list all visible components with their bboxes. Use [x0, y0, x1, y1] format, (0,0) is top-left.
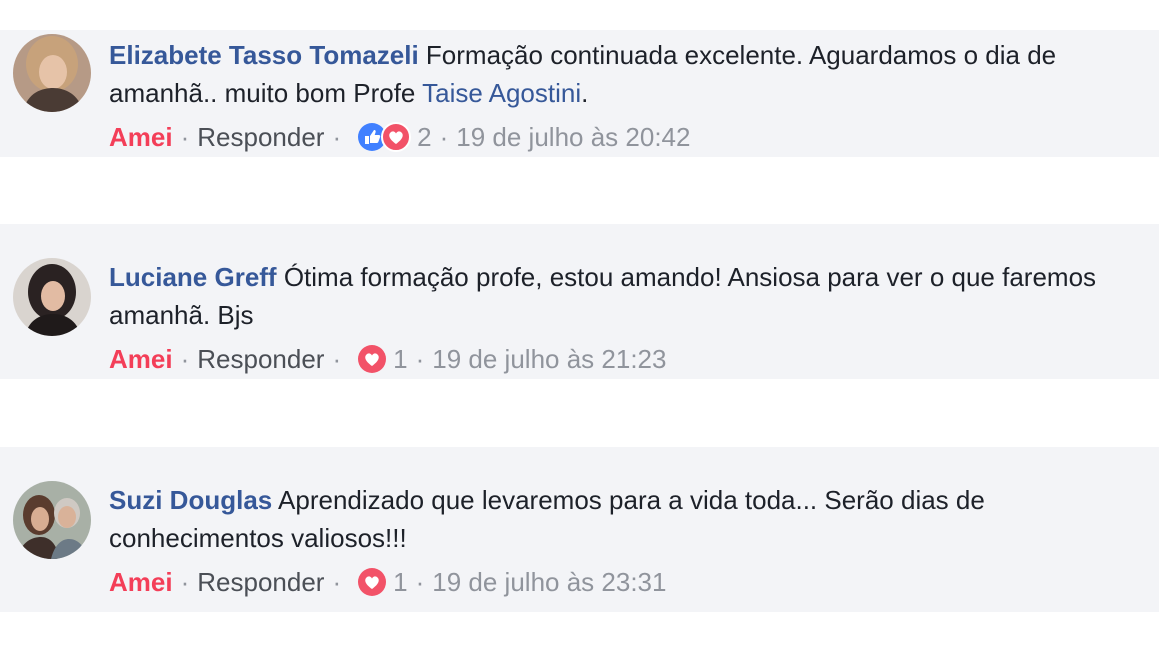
- timestamp[interactable]: 19 de julho às 23:31: [432, 565, 666, 599]
- comment-actions: Amei · Responder · 1 · 19 de julho às 21…: [109, 342, 666, 376]
- avatar[interactable]: [13, 258, 91, 336]
- love-icon: [381, 122, 412, 152]
- reaction-count: 1: [393, 344, 408, 374]
- love-icon: [358, 345, 387, 373]
- reply-button[interactable]: Responder: [197, 120, 324, 154]
- reply-button[interactable]: Responder: [197, 342, 324, 376]
- separator: ·: [415, 344, 425, 374]
- reaction-count: 1: [393, 567, 408, 597]
- mention-link[interactable]: Taise Agostini: [422, 78, 581, 108]
- comment-text-end: .: [581, 78, 589, 108]
- reply-button[interactable]: Responder: [197, 565, 324, 599]
- comment: Elizabete Tasso Tomazeli Formação contin…: [0, 30, 1159, 157]
- amei-button[interactable]: Amei: [109, 120, 173, 154]
- timestamp[interactable]: 19 de julho às 21:23: [432, 342, 666, 376]
- separator: ·: [180, 344, 190, 374]
- separator: ·: [332, 567, 342, 597]
- author-name[interactable]: Suzi Douglas: [109, 485, 272, 515]
- avatar[interactable]: [13, 481, 91, 559]
- reactions[interactable]: 1: [357, 565, 408, 599]
- amei-button[interactable]: Amei: [109, 565, 173, 599]
- love-icon: [358, 568, 387, 596]
- author-name[interactable]: Elizabete Tasso Tomazeli: [109, 40, 419, 70]
- separator: ·: [180, 122, 190, 152]
- reaction-count: 2: [417, 122, 432, 152]
- comment: Suzi Douglas Aprendizado que levaremos p…: [0, 447, 1159, 612]
- comment-body: Luciane Greff Ótima formação profe, esto…: [109, 258, 1139, 334]
- separator: ·: [180, 567, 190, 597]
- separator: ·: [439, 122, 449, 152]
- comment: Luciane Greff Ótima formação profe, esto…: [0, 224, 1159, 379]
- separator: ·: [332, 122, 342, 152]
- comment-body: Elizabete Tasso Tomazeli Formação contin…: [109, 36, 1139, 112]
- separator: ·: [415, 567, 425, 597]
- reactions[interactable]: 2: [357, 120, 432, 154]
- comment-actions: Amei · Responder · 2 · 19 de julho às 20…: [109, 120, 690, 154]
- amei-button[interactable]: Amei: [109, 342, 173, 376]
- timestamp[interactable]: 19 de julho às 20:42: [456, 120, 690, 154]
- avatar[interactable]: [13, 34, 91, 112]
- comment-actions: Amei · Responder · 1 · 19 de julho às 23…: [109, 565, 666, 599]
- separator: ·: [332, 344, 342, 374]
- reactions[interactable]: 1: [357, 342, 408, 376]
- comment-body: Suzi Douglas Aprendizado que levaremos p…: [109, 481, 1139, 557]
- author-name[interactable]: Luciane Greff: [109, 262, 277, 292]
